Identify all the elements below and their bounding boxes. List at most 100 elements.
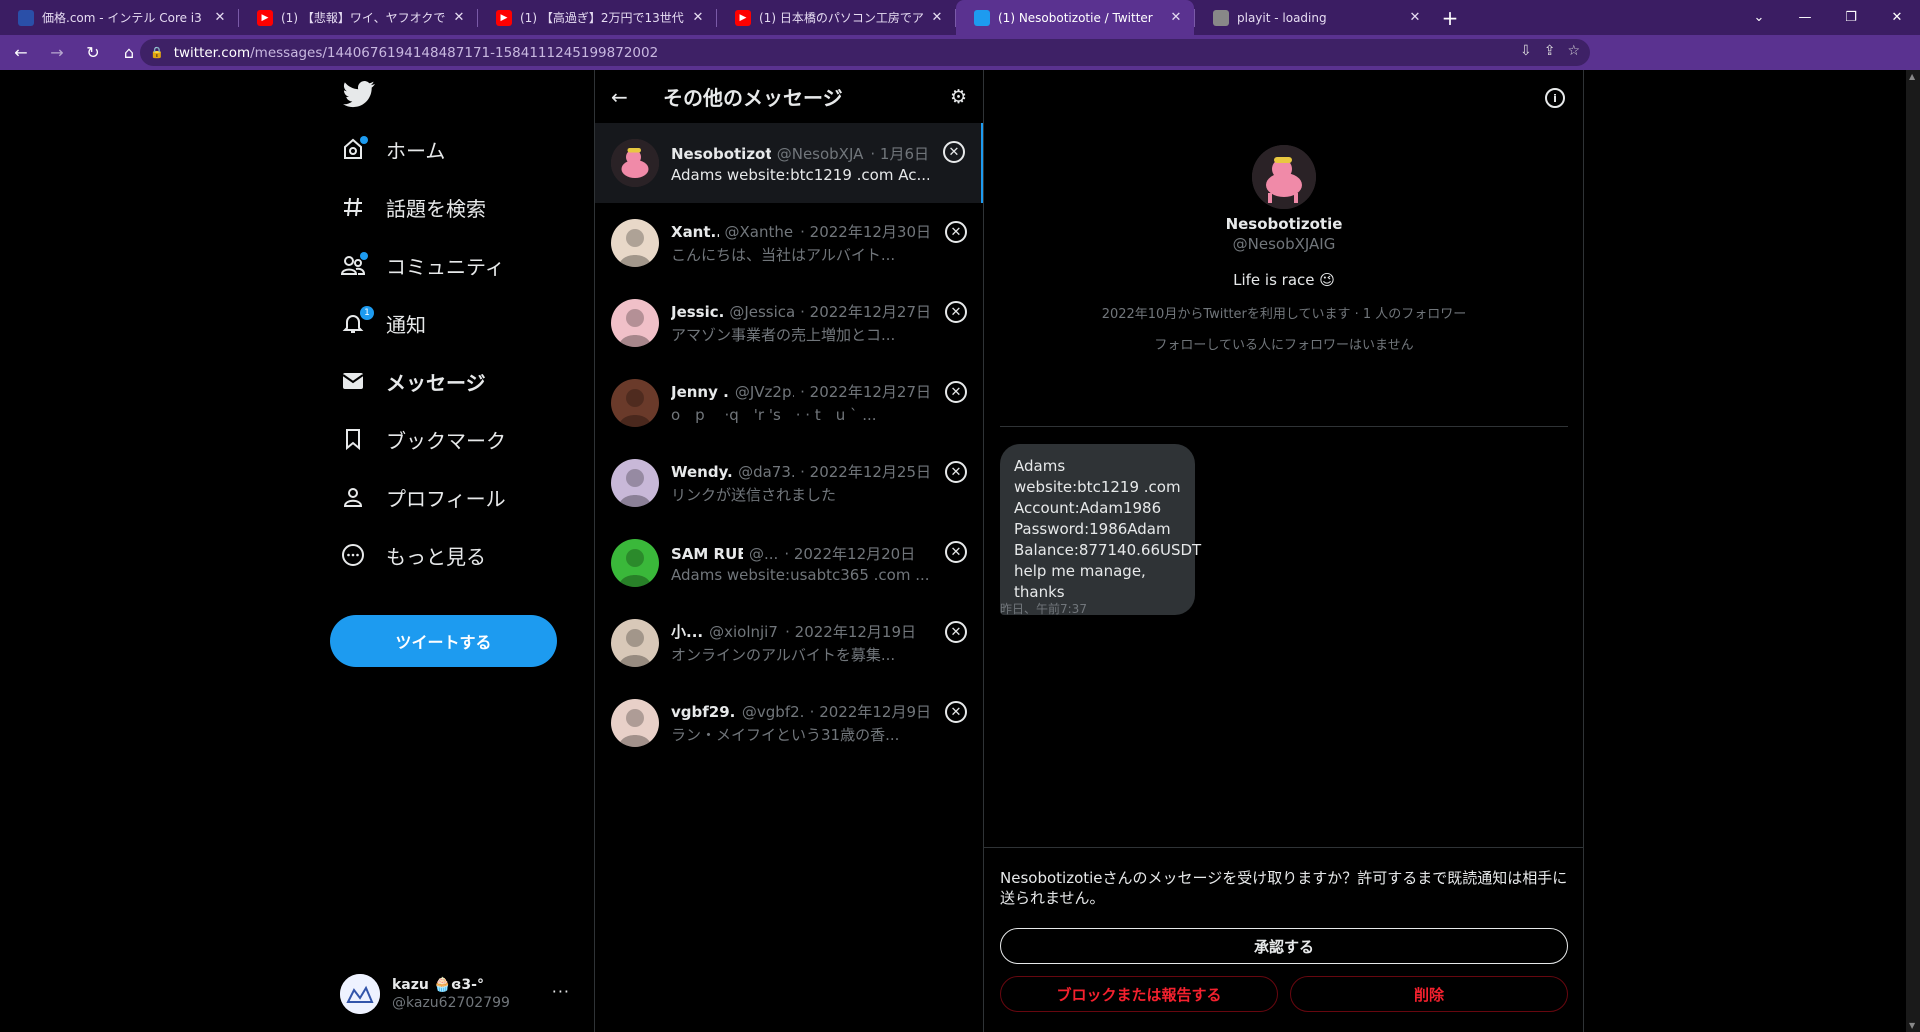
sidebar-item-label: プロフィール xyxy=(386,486,506,511)
message-request-panel: Nesobotizotieさんのメッセージを受け取りますか？許可するまで既読通知… xyxy=(984,847,1584,1032)
delete-button[interactable]: 削除 xyxy=(1290,976,1568,1012)
conversation-body: Jenny ... @JVz2p... · 2022年12月27日 o p ·q 'r… xyxy=(671,381,967,425)
message-line: website:btc1219 .com xyxy=(1014,478,1181,496)
browser-toolbar: ← → ↻ ⌂ 🔒 twitter.com/messages/144067619… xyxy=(0,35,1920,96)
twitter-logo-icon[interactable] xyxy=(343,78,375,110)
avatar[interactable] xyxy=(611,539,659,587)
close-tab-icon[interactable]: ✕ xyxy=(929,10,945,25)
dismiss-conversation-icon[interactable]: ✕ xyxy=(945,701,967,723)
conversation-header: 小... @xiolnji722... · 2022年12月19日 xyxy=(671,621,931,642)
sidebar-item-1[interactable]: 話題を検索 xyxy=(340,182,486,232)
profile-meta: 2022年10月からTwitterを利用しています · 1 人のフォロワー xyxy=(1101,307,1467,322)
browser-tab-bar: 価格.com - インテル Core i3 12100 ✕ ▶ (1) 【悲報】ワイ、… xyxy=(0,0,1920,35)
scroll-down-icon[interactable]: ▼ xyxy=(1909,1021,1915,1030)
message-line: Balance:877140.66USDT xyxy=(1014,541,1202,559)
avatar[interactable] xyxy=(611,379,659,427)
conversation-item[interactable]: Nesobotizotie @NesobXJAIG · 1月6日 Adams webs… xyxy=(595,123,983,203)
browser-tab[interactable]: 価格.com - インテル Core i3 12100 ✕ xyxy=(0,0,238,35)
install-app-icon[interactable]: ⇩ xyxy=(1520,43,1532,59)
minimize-button[interactable]: — xyxy=(1782,0,1828,35)
conversation-item[interactable]: 小... @xiolnji722... · 2022年12月19日オンラインのアルバ… xyxy=(595,603,983,683)
conversation-body: SAM RUBER... @... · 2022年12月20日 Adams websi… xyxy=(671,543,967,584)
sidebar-item-6[interactable]: プロフィール xyxy=(340,472,506,522)
close-window-button[interactable]: ✕ xyxy=(1874,0,1920,35)
avatar[interactable] xyxy=(611,219,659,267)
sidebar-item-label: コミュニティ xyxy=(386,254,505,279)
sidebar-item-4[interactable]: メッセージ xyxy=(340,356,486,406)
dismiss-conversation-icon[interactable]: ✕ xyxy=(943,141,965,163)
envelope-icon xyxy=(340,368,366,394)
reload-icon[interactable]: ↻ xyxy=(78,38,108,68)
accept-button[interactable]: 承認する xyxy=(1000,928,1568,964)
page-scrollbar[interactable]: ▲ ▼ xyxy=(1906,70,1920,1032)
share-icon[interactable]: ⇪ xyxy=(1544,43,1556,59)
conversation-name: Jessic... xyxy=(671,303,723,321)
tab-search-icon[interactable]: ⌄ xyxy=(1736,0,1782,35)
forward-arrow-icon[interactable]: → xyxy=(42,38,72,68)
sidebar-item-2[interactable]: コミュニティ xyxy=(340,240,505,290)
browser-tab[interactable]: ▶ (1) 日本橋のパソコン工房でアウトレッ ✕ xyxy=(717,0,955,35)
dismiss-conversation-icon[interactable]: ✕ xyxy=(945,621,967,643)
scroll-up-icon[interactable]: ▲ xyxy=(1909,72,1915,81)
conversation-name: Xant... xyxy=(671,223,719,241)
dismiss-conversation-icon[interactable]: ✕ xyxy=(945,301,967,323)
avatar[interactable] xyxy=(611,619,659,667)
browser-tab[interactable]: ▶ (1) 【高過ぎ】2万円で13世代最安の ✕ xyxy=(478,0,716,35)
tab-title: (1) Nesobotizotie / Twitter xyxy=(998,10,1153,25)
sidebar-item-3[interactable]: 1 通知 xyxy=(340,298,426,348)
dismiss-conversation-icon[interactable]: ✕ xyxy=(945,221,967,243)
browser-tab[interactable]: (1) Nesobotizotie / Twitter ✕ xyxy=(956,0,1194,35)
bookmark-star-icon[interactable]: ☆ xyxy=(1567,43,1580,59)
unread-dot xyxy=(360,136,368,144)
browser-tab[interactable]: ▶ (1) 【悲報】ワイ、ヤフオクで3,980円で ✕ xyxy=(239,0,477,35)
communities-icon xyxy=(340,252,368,278)
bookmark-icon xyxy=(340,426,366,452)
conversation-item[interactable]: Xant... @Xanthe... · 2022年12月30日こんにちは、当社はア… xyxy=(595,203,983,283)
message-bubble[interactable]: Adams website:btc1219 .com Account:Adam198… xyxy=(1000,444,1202,615)
close-tab-icon[interactable]: ✕ xyxy=(212,10,228,25)
dismiss-conversation-icon[interactable]: ✕ xyxy=(945,461,967,483)
sidebar-item-7[interactable]: もっと見る xyxy=(340,530,486,580)
dismiss-conversation-icon[interactable]: ✕ xyxy=(945,541,967,563)
conversation-body: 小... @xiolnji722... · 2022年12月19日オンラインのアルバ… xyxy=(671,621,967,665)
info-icon[interactable]: i xyxy=(1545,88,1565,108)
account-more-icon[interactable]: ··· xyxy=(552,982,570,1001)
sidebar-item-5[interactable]: ブックマーク xyxy=(340,414,506,464)
tweet-button[interactable]: ツイートする xyxy=(330,615,557,667)
bell-icon: 1 xyxy=(340,306,374,336)
account-switcher[interactable]: kazu 🧁ɞ3-° @kazu62702799 ··· xyxy=(340,966,570,1022)
block-report-button[interactable]: ブロックまたは報告する xyxy=(1000,976,1278,1012)
close-tab-icon[interactable]: ✕ xyxy=(451,10,467,25)
close-tab-icon[interactable]: ✕ xyxy=(1407,10,1423,25)
conversation-item[interactable]: SAM RUBER... @... · 2022年12月20日 Adams websi… xyxy=(595,523,983,603)
avatar[interactable] xyxy=(611,139,659,187)
dismiss-conversation-icon[interactable]: ✕ xyxy=(945,381,967,403)
new-tab-button[interactable]: + xyxy=(1433,0,1467,35)
conversation-item[interactable]: Jenny ... @JVz2p... · 2022年12月27日 o p ·q 'r… xyxy=(595,363,983,443)
avatar xyxy=(340,974,380,1014)
conversation-item[interactable]: Wendy... @da73... · 2022年12月25日リンクが送信されました… xyxy=(595,443,983,523)
back-arrow-icon[interactable]: ← xyxy=(6,38,36,68)
address-bar[interactable]: 🔒 twitter.com/messages/14406761941484871… xyxy=(140,39,1590,66)
conversation-header: Jessic... @Jessica... · 2022年12月27日 xyxy=(671,301,931,322)
hashtag-icon xyxy=(340,194,366,220)
kakaku-icon xyxy=(18,9,34,26)
back-arrow-icon[interactable]: ← xyxy=(611,85,641,109)
conversation-handle: @Xanthe... xyxy=(724,223,795,241)
browser-tab[interactable]: playit - loading ✕ xyxy=(1195,0,1433,35)
avatar[interactable] xyxy=(611,699,659,747)
conversation-handle: @da73... xyxy=(738,463,794,481)
close-tab-icon[interactable]: ✕ xyxy=(690,10,706,25)
conversation-handle: @Jessica... xyxy=(729,303,795,321)
avatar[interactable] xyxy=(611,299,659,347)
conversation-item[interactable]: vgbf29... @vgbf2... · 2022年12月9日ラン・メイフイという… xyxy=(595,683,983,763)
sidebar-item-0[interactable]: ホーム xyxy=(340,124,445,174)
profile-avatar[interactable] xyxy=(1252,145,1316,209)
close-tab-icon[interactable]: ✕ xyxy=(1168,10,1184,25)
gear-icon[interactable]: ⚙ xyxy=(950,86,967,108)
maximize-button[interactable]: ❐ xyxy=(1828,0,1874,35)
conversation-profile[interactable]: Nesobotizotie @NesobXJAIG Life is race 😉… xyxy=(984,145,1584,353)
conversation-item[interactable]: Jessic... @Jessica... · 2022年12月27日アマゾン事業者… xyxy=(595,283,983,363)
avatar[interactable] xyxy=(611,459,659,507)
conversation-date: · 2022年12月27日 xyxy=(800,303,931,321)
